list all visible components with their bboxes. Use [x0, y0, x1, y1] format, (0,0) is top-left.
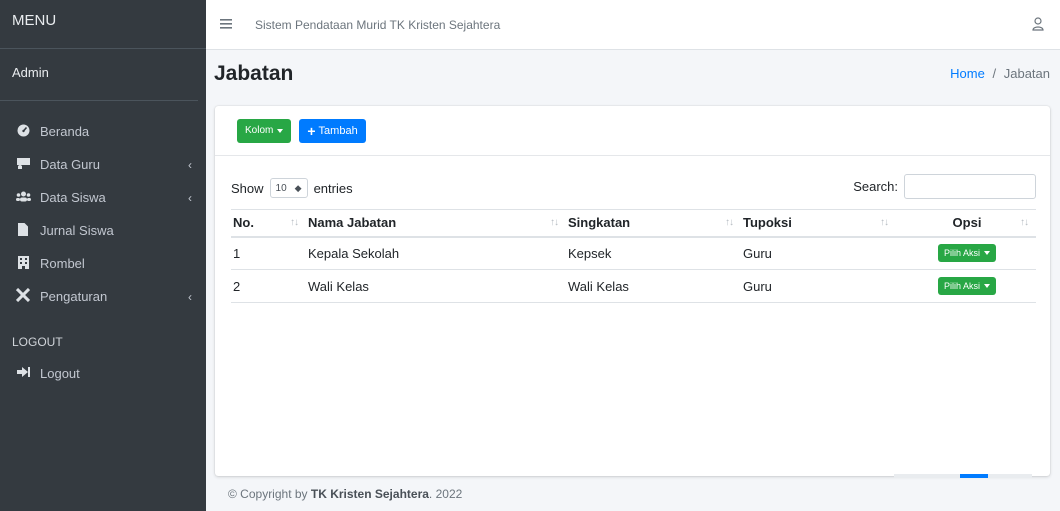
sidebar-item-logout[interactable]: Logout [0, 357, 206, 390]
column-header-singkatan[interactable]: Singkatan ↑↓ [566, 209, 741, 238]
sidebar-brand[interactable]: MENU [0, 0, 206, 49]
topbar: Sistem Pendataan Murid TK Kristen Sejaht… [206, 0, 1060, 50]
sidebar-item-data-siswa[interactable]: Data Siswa ‹ [0, 181, 206, 214]
sidebar-user-name[interactable]: Admin [0, 49, 198, 101]
pagination-active-page[interactable] [960, 474, 988, 478]
caret-down-icon [277, 128, 284, 133]
pilih-aksi-button[interactable]: Pilih Aksi [937, 244, 996, 263]
pagination[interactable] [894, 474, 1032, 478]
kolom-button[interactable]: Kolom [237, 118, 292, 143]
tambah-button[interactable]: + Tambah [299, 118, 366, 143]
column-header-nama-jabatan[interactable]: Nama Jabatan ↑↓ [306, 209, 566, 238]
app-title[interactable]: Sistem Pendataan Murid TK Kristen Sejaht… [255, 18, 500, 32]
entries-length: Show 10 ◆ entries [231, 178, 353, 198]
sidebar-item-label: Logout [40, 366, 80, 381]
column-header-label: Nama Jabatan [308, 215, 397, 231]
breadcrumb-home-link[interactable]: Home [950, 66, 985, 81]
sidebar-item-jurnal-siswa[interactable]: Jurnal Siswa [0, 214, 206, 247]
show-label: Show [231, 180, 264, 196]
cell-no: 2 [231, 269, 306, 303]
teacher-icon [14, 157, 32, 172]
entries-label: entries [313, 180, 353, 196]
column-header-opsi[interactable]: Opsi ↑↓ [896, 209, 1036, 238]
column-header-no[interactable]: No. ↑↓ [231, 209, 306, 238]
cell-no: 1 [231, 236, 306, 270]
pilih-aksi-button[interactable]: Pilih Aksi [937, 277, 996, 295]
jabatan-card: Kolom + Tambah Show 10 ◆ entries Search:… [215, 106, 1050, 478]
footer-org-link[interactable]: TK Kristen Sejahtera [311, 487, 429, 501]
chevron-left-icon: ‹ [188, 157, 192, 172]
card-header: Kolom + Tambah [215, 106, 1050, 156]
page-title: Jabatan [214, 62, 294, 85]
cell-singkatan: Wali Kelas [566, 269, 741, 303]
footer: © Copyright by TK Kristen Sejahtera. 202… [228, 487, 462, 501]
column-header-label: Opsi [952, 215, 982, 231]
search-label: Search: [853, 179, 898, 194]
tachometer-icon [14, 124, 32, 140]
pilih-aksi-label: Pilih Aksi [943, 281, 980, 291]
sidebar-item-label: Beranda [40, 124, 90, 139]
sort-icon: ↑↓ [550, 217, 559, 228]
sidebar-item-label: Rombel [40, 256, 85, 271]
sidebar-section-header: LOGOUT [12, 335, 63, 349]
table-row: 2 Wali Kelas Wali Kelas Guru Pilih Aksi [231, 269, 1036, 303]
chevron-left-icon: ‹ [188, 289, 192, 304]
chevron-left-icon: ‹ [188, 190, 192, 205]
table-search: Search: [853, 174, 1036, 199]
breadcrumb-separator: / [992, 66, 997, 81]
sidebar-item-label: Data Siswa [40, 190, 106, 205]
sidebar-item-data-guru[interactable]: Data Guru ‹ [0, 148, 206, 181]
entries-select-value: 10 [275, 182, 287, 194]
cell-nama-jabatan: Kepala Sekolah [306, 236, 566, 270]
column-header-label: No. [233, 215, 254, 231]
cell-opsi: Pilih Aksi [896, 269, 1036, 303]
pilih-aksi-label: Pilih Aksi [943, 248, 980, 259]
breadcrumb: Home / Jabatan [950, 66, 1050, 81]
file-icon [14, 222, 32, 239]
sidebar-item-rombel[interactable]: Rombel [0, 247, 206, 280]
kolom-button-label: Kolom [245, 125, 274, 136]
sidebar-item-label: Data Guru [40, 157, 100, 172]
tools-icon [14, 287, 32, 305]
users-icon [14, 191, 32, 205]
footer-prefix: © Copyright by [228, 487, 311, 501]
entries-select[interactable]: 10 ◆ [269, 178, 308, 198]
sort-icon: ↑↓ [1020, 217, 1029, 228]
table-header-row: No. ↑↓ Nama Jabatan ↑↓ Singkatan ↑↓ Tupoksi… [231, 209, 1036, 238]
sign-out-icon [14, 366, 32, 381]
select-arrows-icon: ◆ [294, 182, 302, 193]
sidebar-item-pengaturan[interactable]: Pengaturan ‹ [0, 280, 206, 313]
cell-tupoksi: Guru [741, 269, 896, 303]
building-icon [14, 255, 32, 272]
footer-suffix: . 2022 [428, 487, 463, 501]
column-header-tupoksi[interactable]: Tupoksi ↑↓ [741, 209, 896, 238]
column-header-label: Singkatan [568, 215, 631, 231]
tambah-button-label: Tambah [318, 124, 358, 137]
sidebar-item-label: Jurnal Siswa [40, 223, 114, 238]
sidebar-item-beranda[interactable]: Beranda [0, 115, 206, 148]
menu-toggle-icon[interactable] [220, 16, 238, 33]
sort-icon: ↑↓ [880, 217, 889, 228]
user-icon[interactable] [1032, 17, 1046, 33]
table-row: 1 Kepala Sekolah Kepsek Guru Pilih Aksi [231, 236, 1036, 270]
sort-icon: ↑↓ [290, 217, 299, 228]
sidebar-nav: Beranda Data Guru ‹ Data Siswa ‹ Jurnal … [0, 101, 206, 390]
breadcrumb-current: Jabatan [1003, 66, 1050, 81]
cell-singkatan: Kepsek [566, 236, 741, 270]
cell-tupoksi: Guru [741, 236, 896, 270]
sort-icon: ↑↓ [725, 217, 734, 228]
caret-down-icon [984, 251, 990, 256]
caret-down-icon [984, 284, 990, 288]
sidebar-item-label: Pengaturan [40, 289, 108, 304]
table-controls: Show 10 ◆ entries Search: [231, 174, 1036, 202]
plus-icon: + [307, 122, 316, 139]
column-header-label: Tupoksi [743, 215, 792, 231]
cell-nama-jabatan: Wali Kelas [306, 269, 566, 303]
jabatan-table: No. ↑↓ Nama Jabatan ↑↓ Singkatan ↑↓ Tupoksi… [231, 209, 1036, 303]
sidebar: MENU Admin Beranda Data Guru ‹ Data Sisw… [0, 0, 206, 511]
cell-opsi: Pilih Aksi [896, 236, 1036, 270]
search-input[interactable] [904, 174, 1036, 199]
